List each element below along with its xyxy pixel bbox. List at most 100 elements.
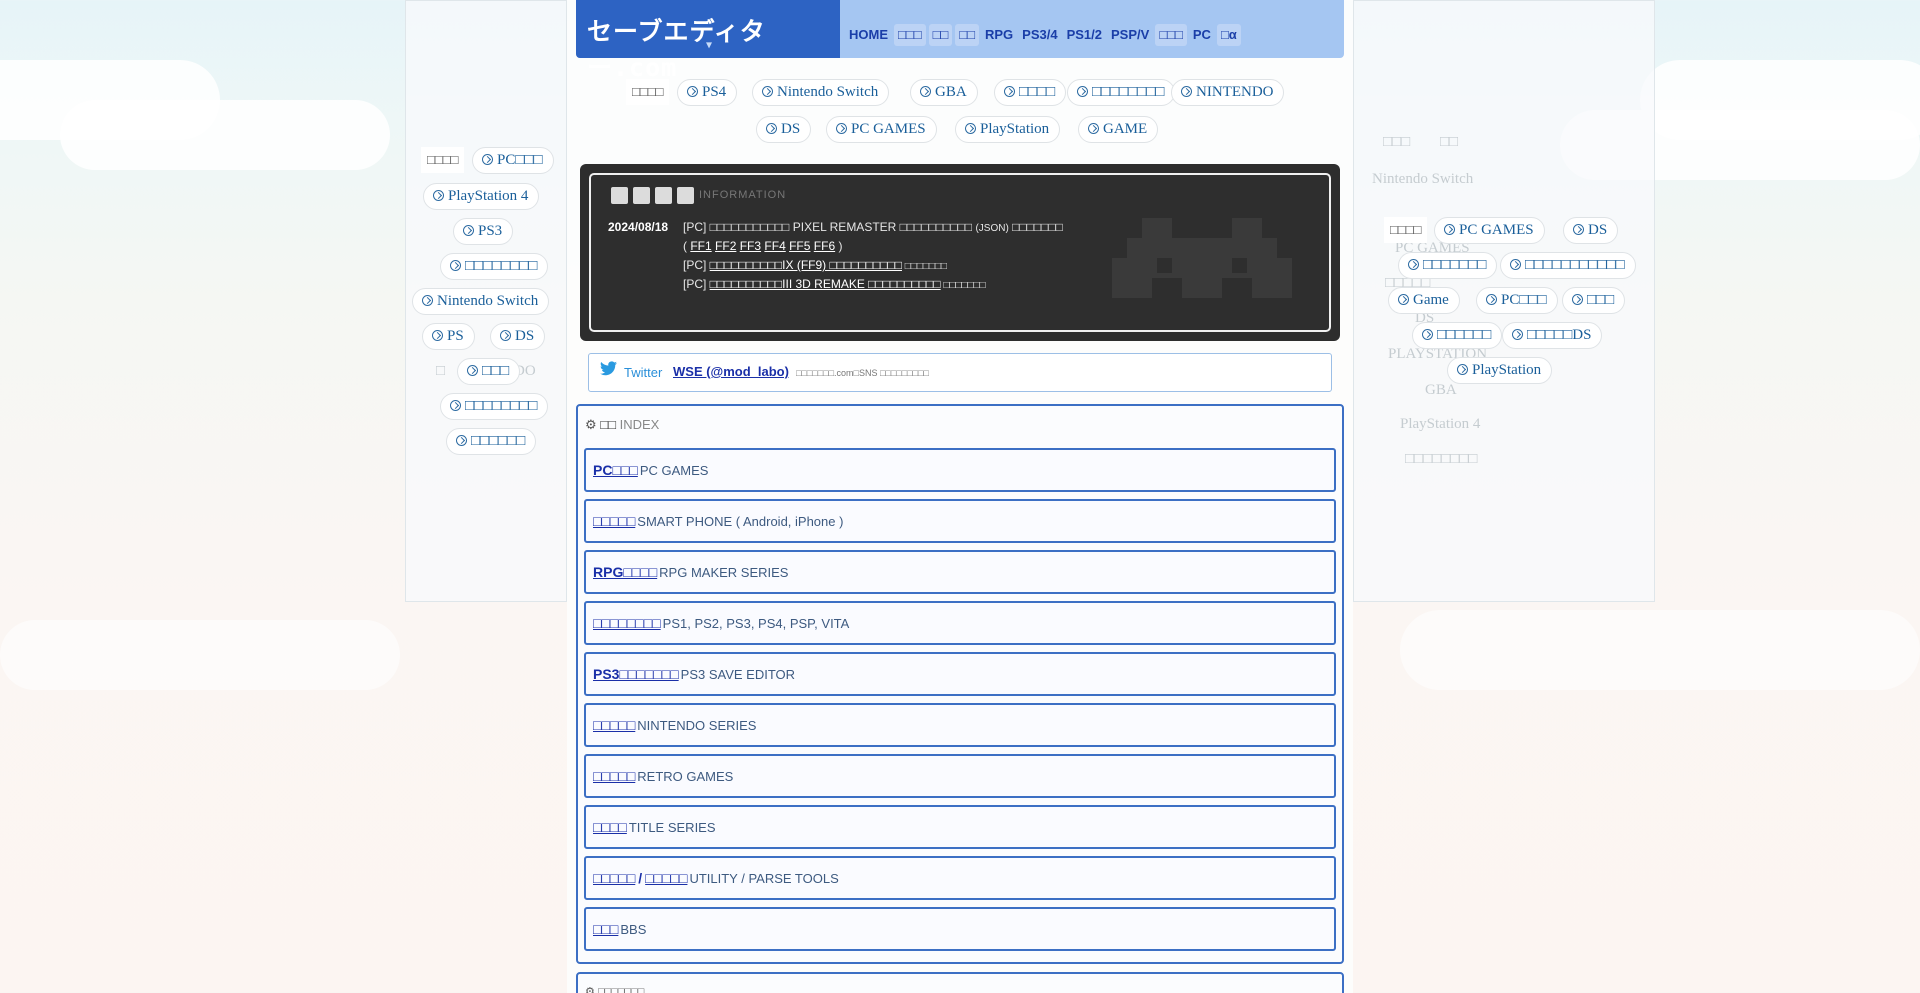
nav-pspv[interactable]: PSP/V <box>1108 24 1152 46</box>
twitter-bird-icon <box>600 361 617 376</box>
index-item-ps3-save-editor[interactable]: PS3□□□□□□□ PS3 SAVE EDITOR <box>584 652 1336 696</box>
tag-ds[interactable]: DS <box>1563 217 1619 244</box>
nav-home[interactable]: HOME <box>846 24 891 46</box>
index-item-retro-games[interactable]: □□□□□ RETRO GAMES <box>584 754 1336 798</box>
tag-item[interactable]: □□□□□□□□ <box>440 253 549 280</box>
tag-item[interactable]: □□□□□□□□ <box>1067 79 1176 106</box>
index-item-bbs[interactable]: □□□ BBS <box>584 907 1336 951</box>
tag-ps3[interactable]: PS3 <box>453 218 514 245</box>
news-link-ff3-remake[interactable]: □□□□□□□□□□III 3D REMAKE □□□□□□□□□□ <box>710 277 941 291</box>
news-link-ff2[interactable]: FF2 <box>715 239 736 253</box>
tag-ds[interactable]: DS <box>490 323 546 350</box>
right-tag-label: □□□□ <box>1384 217 1428 243</box>
tag-gba[interactable]: GBA <box>910 79 978 106</box>
circle-arrow-icon <box>1444 224 1455 235</box>
twitter-handle-link[interactable]: WSE (@mod_labo) <box>673 364 789 379</box>
ghost-tag: GBA <box>1425 382 1457 398</box>
tag-game[interactable]: Game <box>1388 287 1460 314</box>
info-control-button[interactable] <box>677 187 694 204</box>
circle-arrow-icon <box>1398 294 1409 305</box>
nav-pc[interactable]: PC <box>1190 24 1214 46</box>
tag-playstation-4[interactable]: PlayStation 4 <box>423 183 540 210</box>
news-link-ff4[interactable]: FF4 <box>764 239 785 253</box>
index-item-nintendo[interactable]: □□□□□ NINTENDO SERIES <box>584 703 1336 747</box>
tag-pc-games[interactable]: PC□□□ <box>472 147 554 174</box>
circle-arrow-icon <box>1077 86 1088 97</box>
ghost-tag: □□□□□□□□ <box>1405 451 1478 467</box>
news-link-ff9[interactable]: □□□□□□□□□□IX (FF9) □□□□□□□□□□ <box>710 258 902 272</box>
tag-ps[interactable]: PS <box>422 323 475 350</box>
circle-arrow-icon <box>762 86 773 97</box>
news-link-ff5[interactable]: FF5 <box>789 239 810 253</box>
tag-nintendo-switch[interactable]: Nintendo Switch <box>752 79 890 106</box>
tag-ps4[interactable]: PS4 <box>677 79 738 106</box>
circle-arrow-icon <box>1486 294 1497 305</box>
nav-item[interactable]: □□ <box>928 24 953 46</box>
news-link-ff6[interactable]: FF6 <box>814 239 835 253</box>
gear-icon: ⚙ <box>585 986 595 993</box>
nav-item[interactable]: □α <box>1216 24 1241 46</box>
circle-arrow-icon <box>433 190 444 201</box>
info-control-button[interactable] <box>633 187 650 204</box>
top-tag-label: □□□□ <box>626 79 670 105</box>
nav-item[interactable]: □□□ <box>1155 24 1187 46</box>
cloud-decoration <box>0 620 400 690</box>
tag-ds[interactable]: DS <box>756 116 812 143</box>
circle-arrow-icon <box>1512 329 1523 340</box>
ghost-tag: PlayStation 4 <box>1400 416 1481 432</box>
tag-playstation[interactable]: PlayStation <box>1447 357 1553 384</box>
nav-item[interactable]: □□ <box>955 24 979 46</box>
tag-pc-games[interactable]: PC GAMES <box>826 116 937 143</box>
tag-nintendo[interactable]: NINTENDO <box>1171 79 1285 106</box>
index-item-playstation[interactable]: □□□□□□□□ PS1, PS2, PS3, PS4, PSP, VITA <box>584 601 1336 645</box>
tag-nintendo-switch[interactable]: Nintendo Switch <box>412 288 550 315</box>
circle-arrow-icon <box>1572 294 1583 305</box>
tag-item[interactable]: □□□□ <box>994 79 1067 106</box>
chevron-down-icon[interactable]: ▼ <box>706 40 713 51</box>
tag-game[interactable]: GAME <box>1078 116 1159 143</box>
nav-rpg[interactable]: RPG <box>982 24 1016 46</box>
cloud-decoration <box>60 100 390 170</box>
circle-arrow-icon <box>463 225 474 236</box>
nav-item[interactable]: □□□ <box>894 24 926 46</box>
site-logo[interactable]: セーブエディター.com ▼ <box>576 0 840 82</box>
tag-pc-games[interactable]: PC□□□ <box>1476 287 1558 314</box>
nav-ps12[interactable]: PS1/2 <box>1064 24 1105 46</box>
index-item-smartphone[interactable]: □□□□□ SMART PHONE ( Android, iPhone ) <box>584 499 1336 543</box>
index-item-title-series[interactable]: □□□□ TITLE SERIES <box>584 805 1336 849</box>
circle-arrow-icon <box>1004 86 1015 97</box>
info-control-button[interactable] <box>611 187 628 204</box>
news-line: [PC] □□□□□□□□□□III 3D REMAKE □□□□□□□□□□ … <box>683 277 986 291</box>
tag-item[interactable]: □□□□□□□□ <box>440 393 549 420</box>
circle-arrow-icon <box>450 260 461 271</box>
tag-item[interactable]: □□□□□□ <box>1412 322 1503 349</box>
twitter-note: □□□□□□□.com□SNS □□□□□□□□□ <box>796 368 929 378</box>
ghost-tag: □□ <box>1440 134 1459 150</box>
tag-item[interactable]: □□□□□□□ <box>1398 252 1498 279</box>
tag-item[interactable]: □□□ <box>457 358 521 385</box>
news-line: [PC] □□□□□□□□□□IX (FF9) □□□□□□□□□□ □□□□□… <box>683 258 948 272</box>
news-line-links: ( FF1 FF2 FF3 FF4 FF5 FF6 ) <box>683 239 843 253</box>
circle-arrow-icon <box>1088 123 1099 134</box>
gear-icon: ⚙ <box>585 417 597 432</box>
main-nav: HOME □□□ □□ □□ RPG PS3/4 PS1/2 PSP/V □□□… <box>846 24 1241 46</box>
news-link-ff1[interactable]: FF1 <box>690 239 711 253</box>
circle-arrow-icon <box>1510 259 1521 270</box>
tag-item[interactable]: □□□ <box>1562 287 1626 314</box>
circle-arrow-icon <box>836 123 847 134</box>
circle-arrow-icon <box>1573 224 1584 235</box>
circle-arrow-icon <box>920 86 931 97</box>
tag-item[interactable]: □□□□□□□□□□□ <box>1500 252 1636 279</box>
info-control-button[interactable] <box>655 187 672 204</box>
tag-playstation[interactable]: PlayStation <box>955 116 1061 143</box>
index-item-pc-games[interactable]: PC□□□ PC GAMES <box>584 448 1336 492</box>
news-link-ff3[interactable]: FF3 <box>740 239 761 253</box>
circle-arrow-icon <box>456 435 467 446</box>
tag-pc-games[interactable]: PC GAMES <box>1434 217 1545 244</box>
nav-ps34[interactable]: PS3/4 <box>1019 24 1060 46</box>
tag-item[interactable]: □□□□□DS <box>1502 322 1603 349</box>
tag-item[interactable]: □□□□□□ <box>446 428 537 455</box>
index-item-utility-tools[interactable]: □□□□□ / □□□□□ UTILITY / PARSE TOOLS <box>584 856 1336 900</box>
circle-arrow-icon <box>766 123 777 134</box>
index-item-rpg-maker[interactable]: RPG□□□□ RPG MAKER SERIES <box>584 550 1336 594</box>
